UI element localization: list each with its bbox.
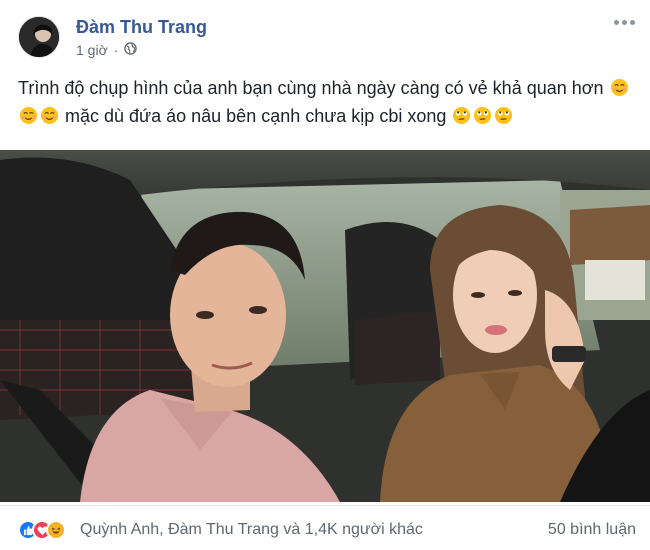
reaction-icons[interactable] [18, 520, 66, 540]
post-text-line-1: Trình độ chụp hình của anh bạn cùng nhà … [18, 78, 604, 98]
eye-roll-face-icon [495, 106, 513, 125]
comments-count[interactable]: 50 bình luận [548, 521, 636, 539]
reaction-summary[interactable]: Quỳnh Anh, Đàm Thu Trang và 1,4K người k… [80, 521, 423, 539]
author-name[interactable]: Đàm Thu Trang [76, 17, 207, 38]
smiling-face-icon [19, 106, 38, 125]
post-photo[interactable] [0, 150, 650, 502]
smiling-face-icon [40, 106, 59, 125]
post-footer: Quỳnh Anh, Đàm Thu Trang và 1,4K người k… [0, 505, 650, 550]
separator-dot: · [113, 42, 119, 58]
haha-icon [46, 520, 66, 540]
eye-roll-face-icon [474, 106, 492, 125]
post-text-line-2: mặc dù đứa áo nâu bên cạnh chưa kịp cbi … [65, 106, 447, 126]
post-header: Đàm Thu Trang 1 giờ · [0, 0, 650, 64]
avatar[interactable] [18, 16, 60, 58]
car-selfie-image [0, 150, 650, 502]
more-options-icon[interactable] [612, 14, 636, 30]
avatar-image [19, 17, 59, 57]
timestamp[interactable]: 1 giờ [76, 42, 108, 58]
globe-icon[interactable] [124, 42, 138, 58]
eye-roll-face-icon [453, 106, 471, 125]
post-meta: 1 giờ · [76, 42, 138, 58]
post-text: Trình độ chụp hình của anh bạn cùng nhà … [18, 74, 638, 130]
smiling-face-icon [610, 78, 628, 97]
